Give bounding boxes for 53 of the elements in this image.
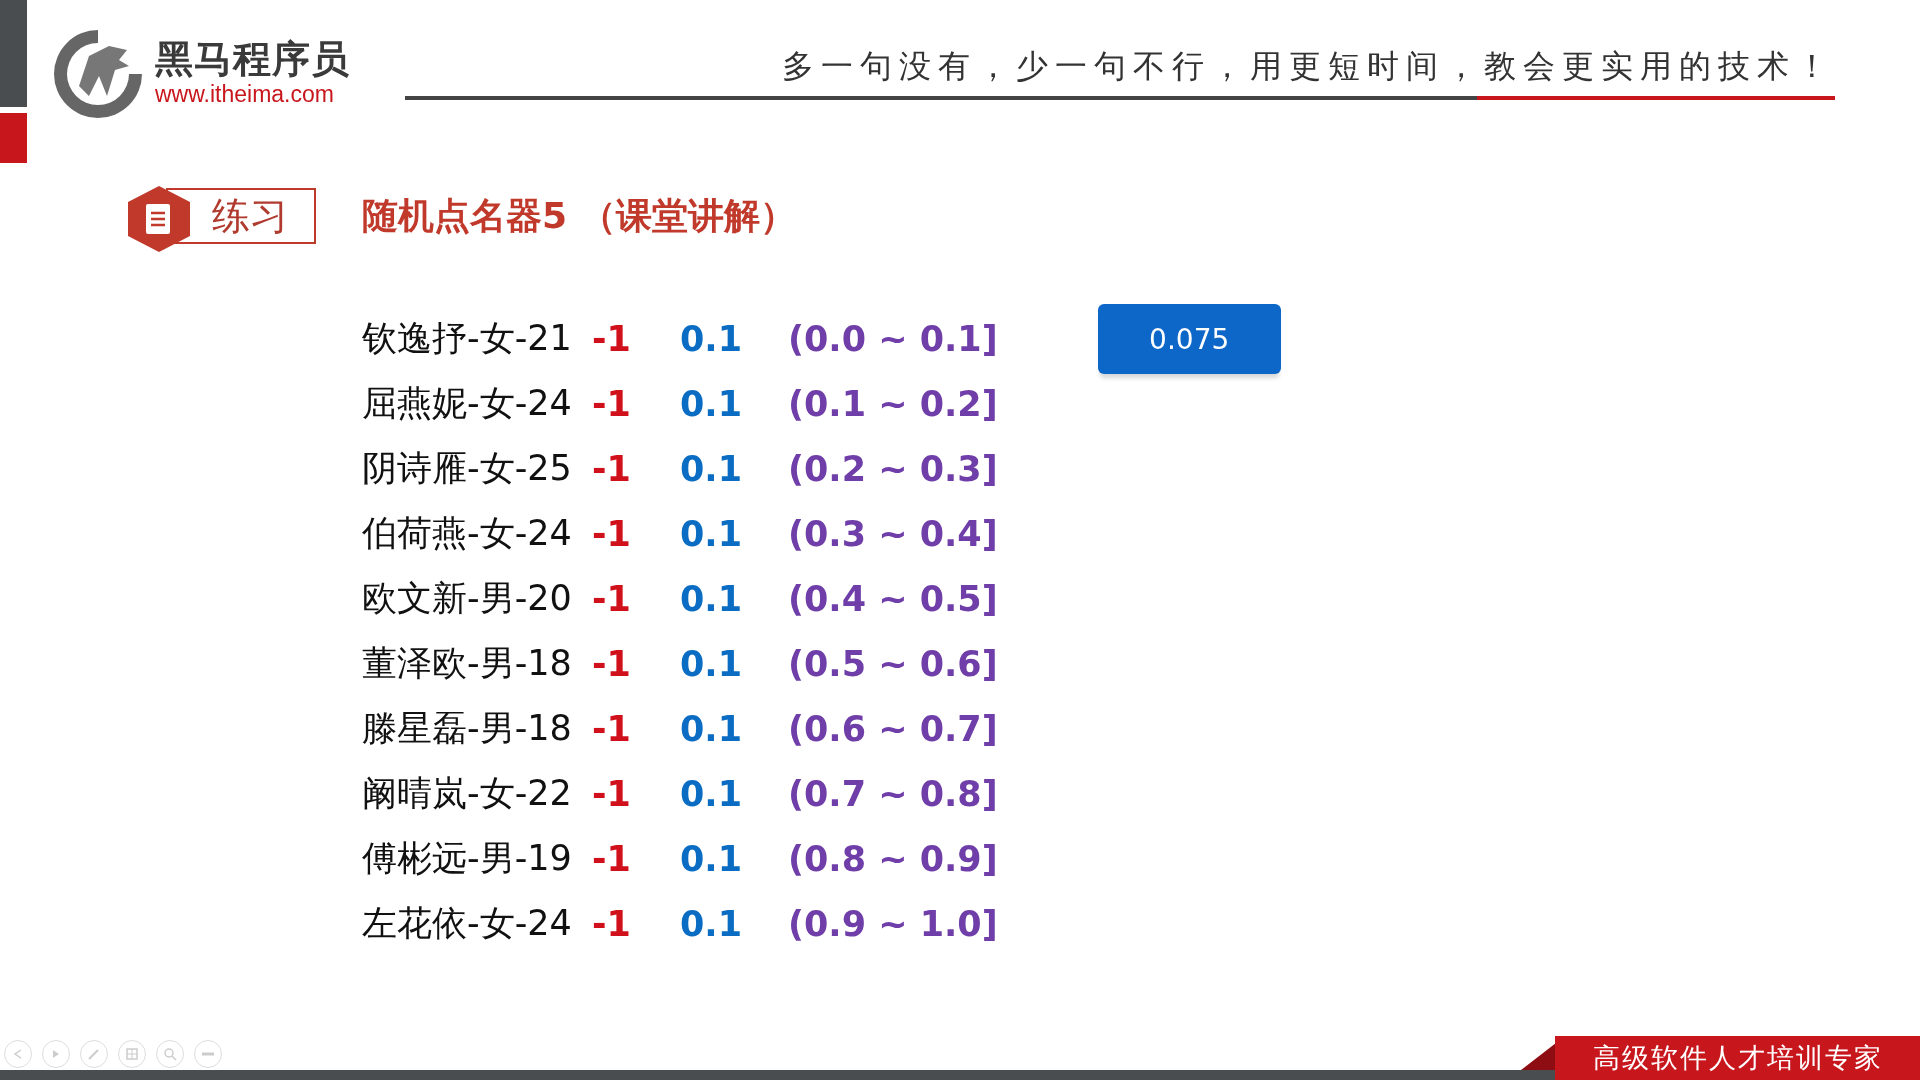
range-value: (0.3 ~ 0.4]: [788, 513, 998, 554]
probability-value: 0.1: [680, 773, 743, 814]
probability-value: 0.1: [680, 643, 743, 684]
more-icon: [201, 1051, 215, 1057]
range-value: (0.5 ~ 0.6]: [788, 643, 998, 684]
student-name: 欧文新-男-20: [362, 577, 573, 620]
range-value: (0.9 ~ 1.0]: [788, 903, 998, 944]
range-value: (0.0 ~ 0.1]: [788, 318, 998, 359]
weight-value: -1: [592, 708, 632, 749]
footer-banner: 高级软件人才培训专家: [1555, 1036, 1920, 1080]
range-value: (0.1 ~ 0.2]: [788, 383, 998, 424]
student-name: 傅彬远-男-19: [362, 837, 573, 880]
pen-icon: [87, 1047, 101, 1061]
student-name: 屈燕妮-女-24: [362, 382, 573, 425]
range-value: (0.6 ~ 0.7]: [788, 708, 998, 749]
weight-value: -1: [592, 773, 632, 814]
weight-value: -1: [592, 383, 632, 424]
student-name: 董泽欧-男-18: [362, 642, 573, 685]
zoom-icon: [163, 1047, 177, 1061]
student-name: 滕星磊-男-18: [362, 707, 573, 750]
weight-value: -1: [592, 448, 632, 489]
side-bar: [0, 113, 27, 163]
previous-icon: [12, 1048, 24, 1060]
student-name: 伯荷燕-女-24: [362, 512, 573, 555]
probability-value: 0.1: [680, 708, 743, 749]
range-value: (0.8 ~ 0.9]: [788, 838, 998, 879]
probability-value: 0.1: [680, 318, 743, 359]
weight-value: -1: [592, 513, 632, 554]
probability-value: 0.1: [680, 578, 743, 619]
result-button[interactable]: 0.075: [1097, 304, 1281, 374]
slide-title: 随机点名器5 （课堂讲解）: [362, 193, 796, 238]
student-name: 钦逸抒-女-21: [362, 317, 573, 360]
weight-value: -1: [592, 838, 632, 879]
probability-value: 0.1: [680, 838, 743, 879]
weight-value: -1: [592, 903, 632, 944]
slides-icon: [125, 1047, 139, 1061]
weight-value: -1: [592, 643, 632, 684]
student-name: 阴诗雁-女-25: [362, 447, 573, 490]
probability-value: 0.1: [680, 903, 743, 944]
student-name: 阚晴岚-女-22: [362, 772, 573, 815]
document-icon: [126, 184, 192, 254]
probability-value: 0.1: [680, 448, 743, 489]
weight-value: -1: [592, 578, 632, 619]
range-value: (0.7 ~ 0.8]: [788, 773, 998, 814]
weight-value: -1: [592, 318, 632, 359]
range-value: (0.2 ~ 0.3]: [788, 448, 998, 489]
probability-value: 0.1: [680, 513, 743, 554]
range-value: (0.4 ~ 0.5]: [788, 578, 998, 619]
logo-name: 黑马程序员: [155, 37, 350, 81]
tagline: 多一句没有，少一句不行，用更短时间，教会更实用的技术！: [782, 46, 1835, 87]
logo-url: www.itheima.com: [155, 81, 335, 107]
probability-value: 0.1: [680, 383, 743, 424]
student-name: 左花依-女-24: [362, 902, 573, 945]
